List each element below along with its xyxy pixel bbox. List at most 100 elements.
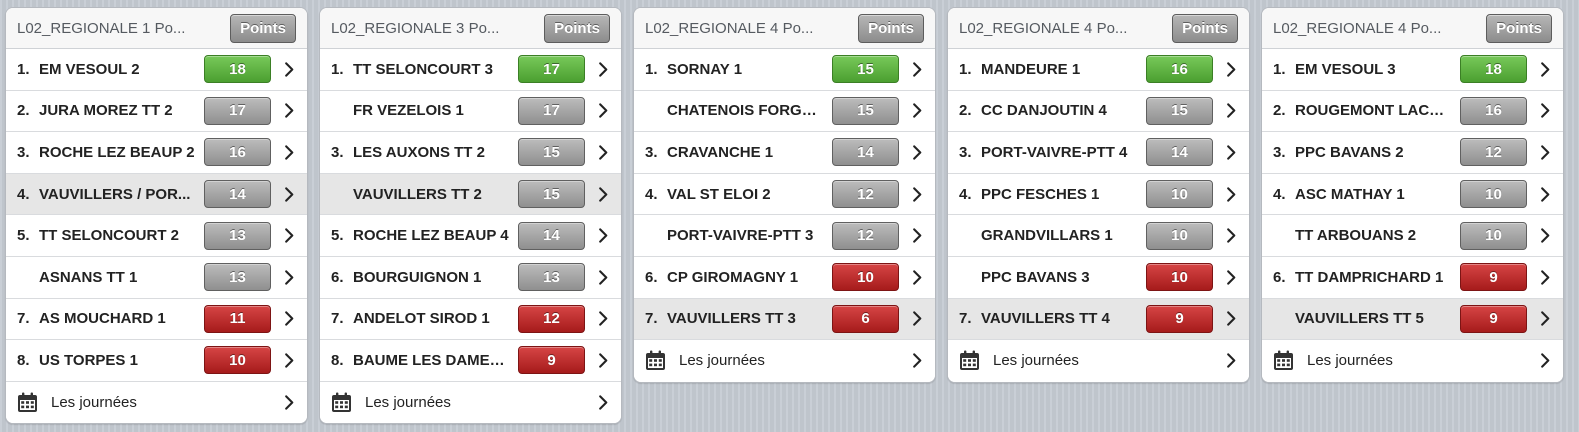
- chevron-right-icon[interactable]: [1527, 174, 1563, 215]
- points-button[interactable]: Points: [230, 13, 296, 43]
- chevron-right-icon[interactable]: [271, 382, 307, 424]
- points-badge: 15: [832, 55, 899, 84]
- chevron-right-icon[interactable]: [271, 91, 307, 132]
- chevron-right-icon[interactable]: [585, 257, 621, 298]
- team-row[interactable]: 6. CP GIROMAGNY 1 10: [634, 256, 935, 299]
- les-journees-link[interactable]: Les journées: [320, 381, 621, 424]
- chevron-right-icon[interactable]: [271, 299, 307, 340]
- team-row[interactable]: ASNANS TT 1 13: [6, 256, 307, 299]
- chevron-right-icon[interactable]: [271, 340, 307, 381]
- chevron-right-icon[interactable]: [899, 49, 935, 90]
- team-row[interactable]: 2. CC DANJOUTIN 4 15: [948, 90, 1249, 133]
- chevron-right-icon[interactable]: [585, 299, 621, 340]
- chevron-right-icon[interactable]: [1213, 257, 1249, 298]
- chevron-right-icon[interactable]: [271, 257, 307, 298]
- team-row[interactable]: 3. PORT-VAIVRE-PTT 4 14: [948, 132, 1249, 174]
- chevron-right-icon[interactable]: [585, 215, 621, 256]
- les-journees-link[interactable]: Les journées: [948, 340, 1249, 382]
- team-name: ROCHE LEZ BEAUP 4: [353, 227, 509, 245]
- team-row[interactable]: CHATENOIS FORGE 2 15: [634, 90, 935, 133]
- chevron-right-icon[interactable]: [899, 340, 935, 382]
- chevron-right-icon[interactable]: [585, 91, 621, 132]
- team-row[interactable]: 7. ANDELOT SIROD 1 12: [320, 298, 621, 341]
- chevron-right-icon[interactable]: [585, 340, 621, 381]
- team-row[interactable]: 3. ROCHE LEZ BEAUP 2 16: [6, 132, 307, 174]
- chevron-right-icon[interactable]: [1213, 49, 1249, 90]
- chevron-right-icon[interactable]: [1213, 299, 1249, 340]
- team-row[interactable]: 6. TT DAMPRICHARD 1 9: [1262, 256, 1563, 299]
- points-button[interactable]: Points: [1486, 13, 1552, 43]
- chevron-right-icon[interactable]: [1213, 174, 1249, 215]
- chevron-right-icon[interactable]: [271, 49, 307, 90]
- team-row[interactable]: 4. PPC FESCHES 1 10: [948, 173, 1249, 216]
- les-journees-link[interactable]: Les journées: [634, 340, 935, 382]
- chevron-right-icon[interactable]: [1213, 91, 1249, 132]
- chevron-right-icon[interactable]: [899, 91, 935, 132]
- chevron-right-icon[interactable]: [1527, 132, 1563, 173]
- chevron-right-icon[interactable]: [1213, 215, 1249, 256]
- team-row[interactable]: 7. VAUVILLERS TT 4 9: [948, 298, 1249, 341]
- points-badge: 10: [1146, 221, 1213, 250]
- chevron-right-icon[interactable]: [1527, 340, 1563, 382]
- chevron-right-icon[interactable]: [585, 174, 621, 215]
- points-button[interactable]: Points: [858, 13, 924, 43]
- team-name: SORNAY 1: [667, 60, 743, 78]
- les-journees-link[interactable]: Les journées: [6, 381, 307, 424]
- team-row[interactable]: 2. ROUGEMONT LACO... 16: [1262, 90, 1563, 133]
- chevron-right-icon[interactable]: [271, 132, 307, 173]
- team-row[interactable]: PPC BAVANS 3 10: [948, 256, 1249, 299]
- team-row[interactable]: 2. JURA MOREZ TT 2 17: [6, 90, 307, 133]
- chevron-right-icon[interactable]: [1527, 257, 1563, 298]
- chevron-right-icon[interactable]: [585, 132, 621, 173]
- chevron-right-icon[interactable]: [1527, 49, 1563, 90]
- team-row[interactable]: 1. TT SELONCOURT 3 17: [320, 49, 621, 91]
- team-row[interactable]: 1. SORNAY 1 15: [634, 49, 935, 91]
- team-name: TT SELONCOURT 2: [39, 227, 180, 245]
- points-button[interactable]: Points: [1172, 13, 1238, 43]
- chevron-right-icon[interactable]: [899, 299, 935, 340]
- team-row[interactable]: 7. AS MOUCHARD 1 11: [6, 298, 307, 341]
- calendar-icon: [645, 350, 666, 371]
- points-button[interactable]: Points: [544, 13, 610, 43]
- chevron-right-icon[interactable]: [271, 174, 307, 215]
- chevron-right-icon[interactable]: [1527, 299, 1563, 340]
- chevron-right-icon[interactable]: [899, 174, 935, 215]
- team-row[interactable]: 4. VAL ST ELOI 2 12: [634, 173, 935, 216]
- chevron-right-icon[interactable]: [271, 215, 307, 256]
- team-row[interactable]: 6. BOURGUIGNON 1 13: [320, 256, 621, 299]
- team-row[interactable]: 7. VAUVILLERS TT 3 6: [634, 298, 935, 341]
- team-rank: 2.: [17, 102, 30, 120]
- chevron-right-icon[interactable]: [1527, 91, 1563, 132]
- team-row[interactable]: 4. VAUVILLERS / POR... 14: [6, 173, 307, 216]
- standings-panel: L02_REGIONALE 4 Po... Points 1. MANDEURE 11…: [947, 7, 1250, 383]
- team-row[interactable]: VAUVILLERS TT 2 15: [320, 173, 621, 216]
- team-row[interactable]: 8. BAUME LES DAMES 2 9: [320, 340, 621, 382]
- chevron-right-icon[interactable]: [899, 257, 935, 298]
- team-row[interactable]: 1. EM VESOUL 3 18: [1262, 49, 1563, 91]
- team-row[interactable]: 5. ROCHE LEZ BEAUP 4 14: [320, 215, 621, 257]
- chevron-right-icon[interactable]: [585, 49, 621, 90]
- team-name: TT DAMPRICHARD 1: [1295, 268, 1444, 286]
- points-badge: 10: [832, 263, 899, 292]
- chevron-right-icon[interactable]: [1213, 340, 1249, 382]
- team-row[interactable]: 8. US TORPES 1 10: [6, 340, 307, 382]
- chevron-right-icon[interactable]: [585, 382, 621, 424]
- team-row[interactable]: 3. LES AUXONS TT 2 15: [320, 132, 621, 174]
- les-journees-link[interactable]: Les journées: [1262, 340, 1563, 382]
- team-row[interactable]: 1. EM VESOUL 2 18: [6, 49, 307, 91]
- team-row[interactable]: 3. CRAVANCHE 1 14: [634, 132, 935, 174]
- chevron-right-icon[interactable]: [899, 215, 935, 256]
- team-row[interactable]: 1. MANDEURE 1 16: [948, 49, 1249, 91]
- team-row[interactable]: TT ARBOUANS 2 10: [1262, 215, 1563, 257]
- team-row[interactable]: 5. TT SELONCOURT 2 13: [6, 215, 307, 257]
- chevron-right-icon[interactable]: [1527, 215, 1563, 256]
- team-row[interactable]: PORT-VAIVRE-PTT 3 12: [634, 215, 935, 257]
- chevron-right-icon[interactable]: [899, 132, 935, 173]
- team-row[interactable]: FR VEZELOIS 1 17: [320, 90, 621, 133]
- chevron-right-icon[interactable]: [1213, 132, 1249, 173]
- team-row[interactable]: VAUVILLERS TT 5 9: [1262, 298, 1563, 341]
- points-badge: 10: [204, 346, 271, 375]
- team-row[interactable]: 3. PPC BAVANS 2 12: [1262, 132, 1563, 174]
- team-row[interactable]: 4. ASC MATHAY 1 10: [1262, 173, 1563, 216]
- team-row[interactable]: GRANDVILLARS 1 10: [948, 215, 1249, 257]
